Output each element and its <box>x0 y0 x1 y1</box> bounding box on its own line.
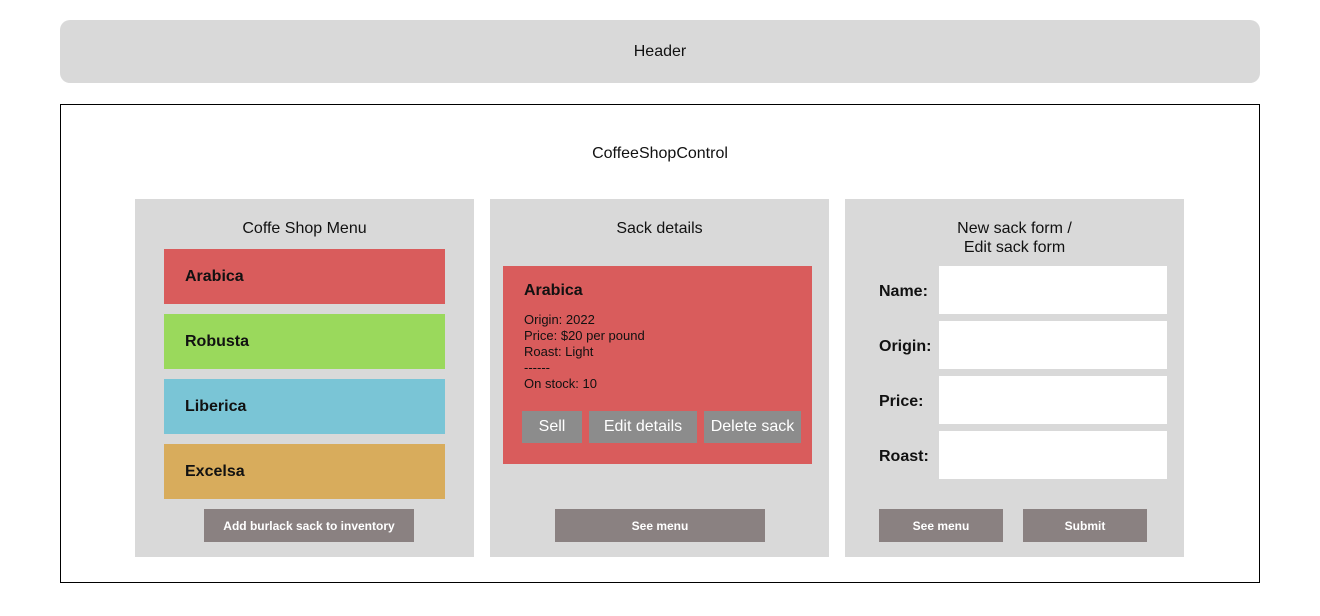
details-see-menu-button[interactable]: See menu <box>555 509 765 542</box>
sack-divider: ------ <box>524 360 550 375</box>
menu-panel: Coffe Shop Menu Arabica Robusta Liberica… <box>135 199 474 557</box>
delete-sack-button[interactable]: Delete sack <box>704 411 801 443</box>
roast-field[interactable] <box>939 431 1167 479</box>
sack-card: Arabica Origin: 2022 Price: $20 per poun… <box>503 266 812 464</box>
details-panel: Sack details Arabica Origin: 2022 Price:… <box>490 199 829 557</box>
header-label: Header <box>633 42 687 60</box>
menu-item-label: Excelsa <box>185 462 245 480</box>
form-title-line2: Edit sack form <box>963 239 1066 256</box>
page-header: Header <box>60 20 1260 83</box>
details-title: Sack details <box>616 220 703 237</box>
sack-price: Price: $20 per pound <box>524 328 645 343</box>
menu-item-liberica[interactable]: Liberica <box>164 379 445 434</box>
menu-item-label: Liberica <box>185 397 247 415</box>
add-sack-button[interactable]: Add burlack sack to inventory <box>204 509 414 542</box>
coffee-shop-control: CoffeeShopControl Coffe Shop Menu Arabic… <box>60 104 1260 583</box>
sack-origin: Origin: 2022 <box>524 312 595 327</box>
name-field[interactable] <box>939 266 1167 314</box>
form-title-line1: New sack form / <box>957 220 1072 237</box>
menu-item-arabica[interactable]: Arabica <box>164 249 445 304</box>
sack-roast: Roast: Light <box>524 344 594 359</box>
control-title: CoffeeShopControl <box>592 145 728 162</box>
sell-button[interactable]: Sell <box>522 411 582 443</box>
form-see-menu-button[interactable]: See menu <box>879 509 1003 542</box>
sack-info: Origin: 2022 Price: $20 per pound Roast:… <box>524 312 645 392</box>
roast-label: Roast: <box>879 448 929 465</box>
menu-item-robusta[interactable]: Robusta <box>164 314 445 369</box>
menu-item-label: Arabica <box>185 267 244 285</box>
origin-label: Origin: <box>879 338 932 355</box>
sack-name: Arabica <box>524 282 583 299</box>
menu-item-label: Robusta <box>185 332 249 350</box>
name-label: Name: <box>879 283 928 300</box>
price-field[interactable] <box>939 376 1167 424</box>
edit-details-button[interactable]: Edit details <box>589 411 697 443</box>
form-panel: New sack form / Edit sack form Name: Ori… <box>845 199 1184 557</box>
origin-field[interactable] <box>939 321 1167 369</box>
price-label: Price: <box>879 393 924 410</box>
sack-stock: On stock: 10 <box>524 376 597 391</box>
submit-button[interactable]: Submit <box>1023 509 1147 542</box>
menu-title: Coffe Shop Menu <box>242 220 367 237</box>
menu-item-excelsa[interactable]: Excelsa <box>164 444 445 499</box>
